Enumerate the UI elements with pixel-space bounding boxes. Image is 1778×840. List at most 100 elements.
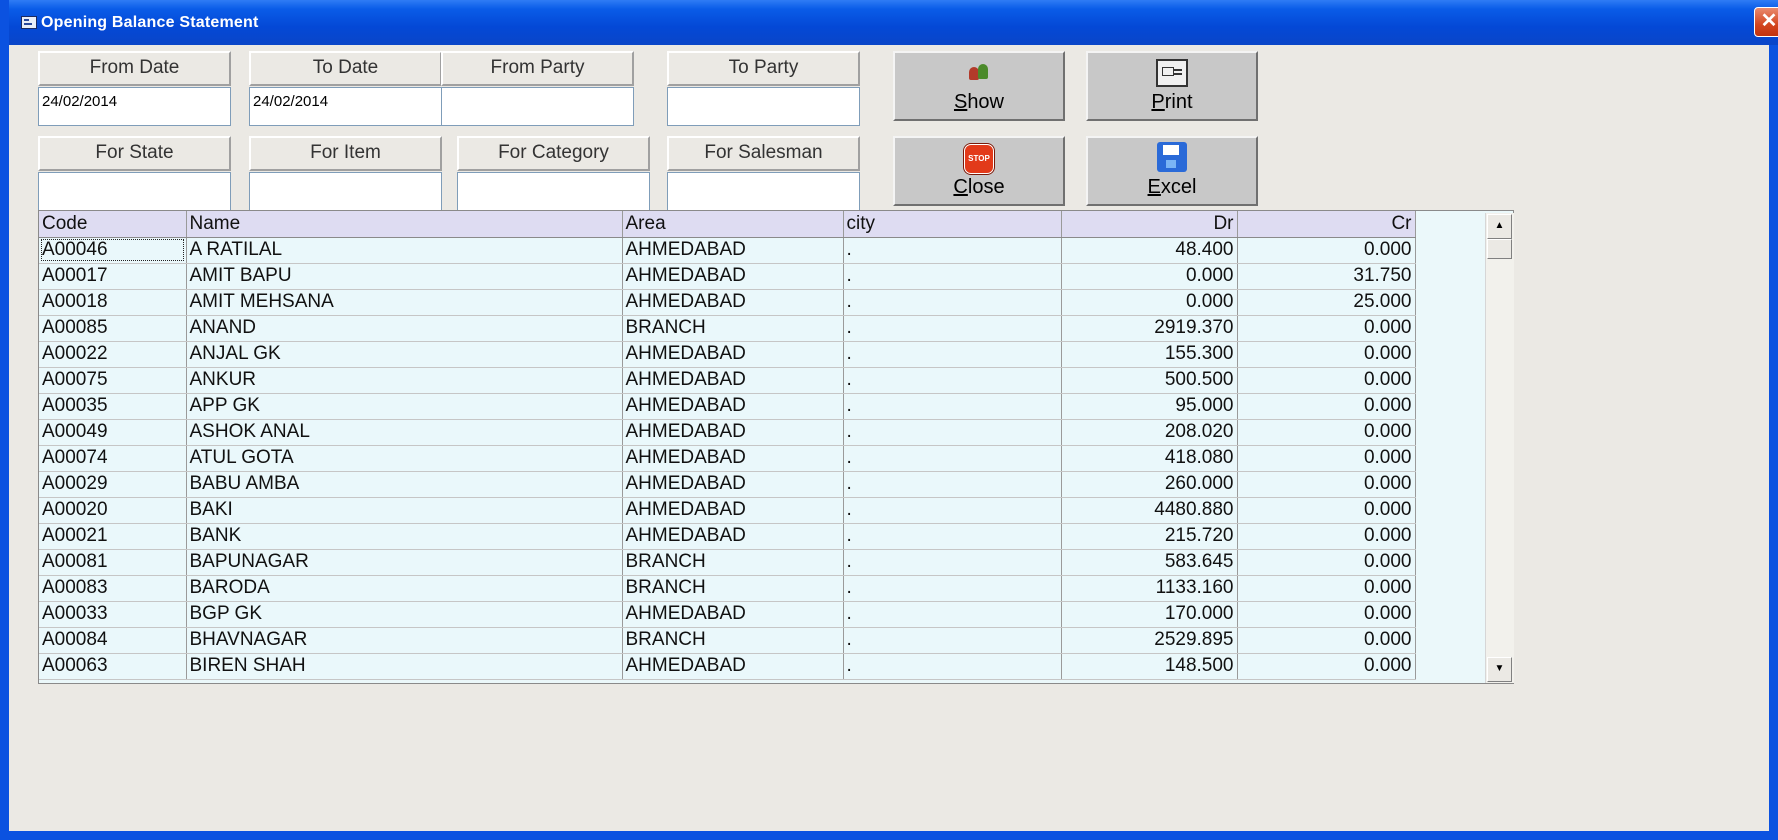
cell-dr[interactable]: 215.720 (1061, 523, 1238, 550)
balance-grid[interactable]: Code Name Area city Dr Cr A00046 A RATILA… (38, 210, 1514, 684)
cell-dr[interactable]: 583.645 (1061, 549, 1238, 576)
table-row[interactable]: A00033 BGP GK AHMEDABAD. 170.000 0.000 (39, 601, 1416, 628)
cell-dr[interactable]: 418.080 (1061, 445, 1238, 472)
cell-area[interactable]: AHMEDABAD (622, 497, 844, 524)
column-header-dr[interactable]: Dr (1061, 211, 1238, 238)
cell-cr[interactable]: 25.000 (1237, 289, 1416, 316)
cell-city[interactable]: . (843, 471, 1062, 498)
cell-area[interactable]: BRANCH (622, 627, 844, 654)
cell-area[interactable]: AHMEDABAD (622, 523, 844, 550)
cell-name[interactable]: BABU AMBA (186, 471, 623, 498)
cell-name[interactable]: BAKI (186, 497, 623, 524)
table-row[interactable]: A00021 BANK AHMEDABAD. 215.720 0.000 (39, 523, 1416, 550)
cell-cr[interactable]: 0.000 (1237, 367, 1416, 394)
cell-cr[interactable]: 0.000 (1237, 627, 1416, 654)
cell-cr[interactable]: 0.000 (1237, 419, 1416, 446)
cell-name[interactable]: BHAVNAGAR (186, 627, 623, 654)
cell-code[interactable]: A00049 (39, 419, 187, 446)
cell-area[interactable]: AHMEDABAD (622, 263, 844, 290)
to-date-input[interactable]: 24/02/2014 (249, 87, 442, 126)
cell-code[interactable]: A00033 (39, 601, 187, 628)
cell-dr[interactable]: 48.400 (1061, 237, 1238, 264)
cell-cr[interactable]: 0.000 (1237, 575, 1416, 602)
cell-city[interactable]: . (843, 419, 1062, 446)
cell-name[interactable]: AMIT MEHSANA (186, 289, 623, 316)
cell-city[interactable]: . (843, 263, 1062, 290)
table-row[interactable]: A00018 AMIT MEHSANA AHMEDABAD. 0.000 25.000 (39, 289, 1416, 316)
table-row[interactable]: A00022 ANJAL GK AHMEDABAD. 155.300 0.000 (39, 341, 1416, 368)
table-row[interactable]: A00085 ANAND BRANCH. 2919.370 0.000 (39, 315, 1416, 342)
cell-city[interactable]: . (843, 237, 1062, 264)
cell-code[interactable]: A00084 (39, 627, 187, 654)
cell-name[interactable]: ANAND (186, 315, 623, 342)
cell-name[interactable]: ANKUR (186, 367, 623, 394)
cell-dr[interactable]: 2919.370 (1061, 315, 1238, 342)
column-header-area[interactable]: Area (622, 211, 844, 238)
table-row[interactable]: A00049 ASHOK ANAL AHMEDABAD. 208.020 0.000 (39, 419, 1416, 446)
cell-city[interactable]: . (843, 653, 1062, 680)
cell-code[interactable]: A00074 (39, 445, 187, 472)
cell-cr[interactable]: 0.000 (1237, 497, 1416, 524)
cell-name[interactable]: ATUL GOTA (186, 445, 623, 472)
cell-code[interactable]: A00063 (39, 653, 187, 680)
cell-area[interactable]: AHMEDABAD (622, 237, 844, 264)
print-button[interactable]: Print (1086, 51, 1258, 121)
cell-area[interactable]: AHMEDABAD (622, 601, 844, 628)
cell-name[interactable]: AMIT BAPU (186, 263, 623, 290)
cell-dr[interactable]: 260.000 (1061, 471, 1238, 498)
cell-name[interactable]: BGP GK (186, 601, 623, 628)
table-row[interactable]: A00081 BAPUNAGAR BRANCH. 583.645 0.000 (39, 549, 1416, 576)
cell-area[interactable]: AHMEDABAD (622, 653, 844, 680)
for-state-input[interactable] (38, 172, 231, 211)
cell-name[interactable]: BIREN SHAH (186, 653, 623, 680)
to-party-input[interactable] (667, 87, 860, 126)
cell-cr[interactable]: 0.000 (1237, 445, 1416, 472)
table-row[interactable]: A00029 BABU AMBA AHMEDABAD. 260.000 0.000 (39, 471, 1416, 498)
cell-area[interactable]: AHMEDABAD (622, 393, 844, 420)
show-button[interactable]: Show (893, 51, 1065, 121)
cell-cr[interactable]: 0.000 (1237, 315, 1416, 342)
cell-area[interactable]: AHMEDABAD (622, 419, 844, 446)
cell-area[interactable]: AHMEDABAD (622, 341, 844, 368)
cell-cr[interactable]: 0.000 (1237, 523, 1416, 550)
cell-code[interactable]: A00035 (39, 393, 187, 420)
cell-city[interactable]: . (843, 315, 1062, 342)
cell-code[interactable]: A00085 (39, 315, 187, 342)
column-header-code[interactable]: Code (39, 211, 187, 238)
cell-city[interactable]: . (843, 523, 1062, 550)
cell-cr[interactable]: 0.000 (1237, 237, 1416, 264)
cell-name[interactable]: ASHOK ANAL (186, 419, 623, 446)
cell-code[interactable]: A00021 (39, 523, 187, 550)
cell-area[interactable]: BRANCH (622, 575, 844, 602)
cell-code[interactable]: A00081 (39, 549, 187, 576)
cell-dr[interactable]: 0.000 (1061, 289, 1238, 316)
vertical-scrollbar[interactable]: ▲ ▼ (1485, 213, 1514, 683)
for-salesman-input[interactable] (667, 172, 860, 211)
title-bar[interactable]: Opening Balance Statement (9, 0, 1778, 45)
cell-dr[interactable]: 148.500 (1061, 653, 1238, 680)
cell-area[interactable]: AHMEDABAD (622, 367, 844, 394)
cell-city[interactable]: . (843, 341, 1062, 368)
cell-cr[interactable]: 0.000 (1237, 549, 1416, 576)
cell-area[interactable]: BRANCH (622, 315, 844, 342)
cell-code[interactable]: A00018 (39, 289, 187, 316)
cell-city[interactable]: . (843, 445, 1062, 472)
column-header-name[interactable]: Name (186, 211, 623, 238)
for-category-input[interactable] (457, 172, 650, 211)
table-row[interactable]: A00083 BARODA BRANCH. 1133.160 0.000 (39, 575, 1416, 602)
cell-code[interactable]: A00022 (39, 341, 187, 368)
cell-cr[interactable]: 0.000 (1237, 653, 1416, 680)
table-row[interactable]: A00074 ATUL GOTA AHMEDABAD. 418.080 0.000 (39, 445, 1416, 472)
table-row[interactable]: A00075 ANKUR AHMEDABAD. 500.500 0.000 (39, 367, 1416, 394)
cell-dr[interactable]: 155.300 (1061, 341, 1238, 368)
cell-dr[interactable]: 2529.895 (1061, 627, 1238, 654)
cell-cr[interactable]: 0.000 (1237, 601, 1416, 628)
cell-city[interactable]: . (843, 601, 1062, 628)
cell-cr[interactable]: 0.000 (1237, 471, 1416, 498)
cell-name[interactable]: APP GK (186, 393, 623, 420)
cell-city[interactable]: . (843, 549, 1062, 576)
cell-name[interactable]: ANJAL GK (186, 341, 623, 368)
cell-code[interactable]: A00020 (39, 497, 187, 524)
cell-name[interactable]: BANK (186, 523, 623, 550)
cell-city[interactable]: . (843, 367, 1062, 394)
